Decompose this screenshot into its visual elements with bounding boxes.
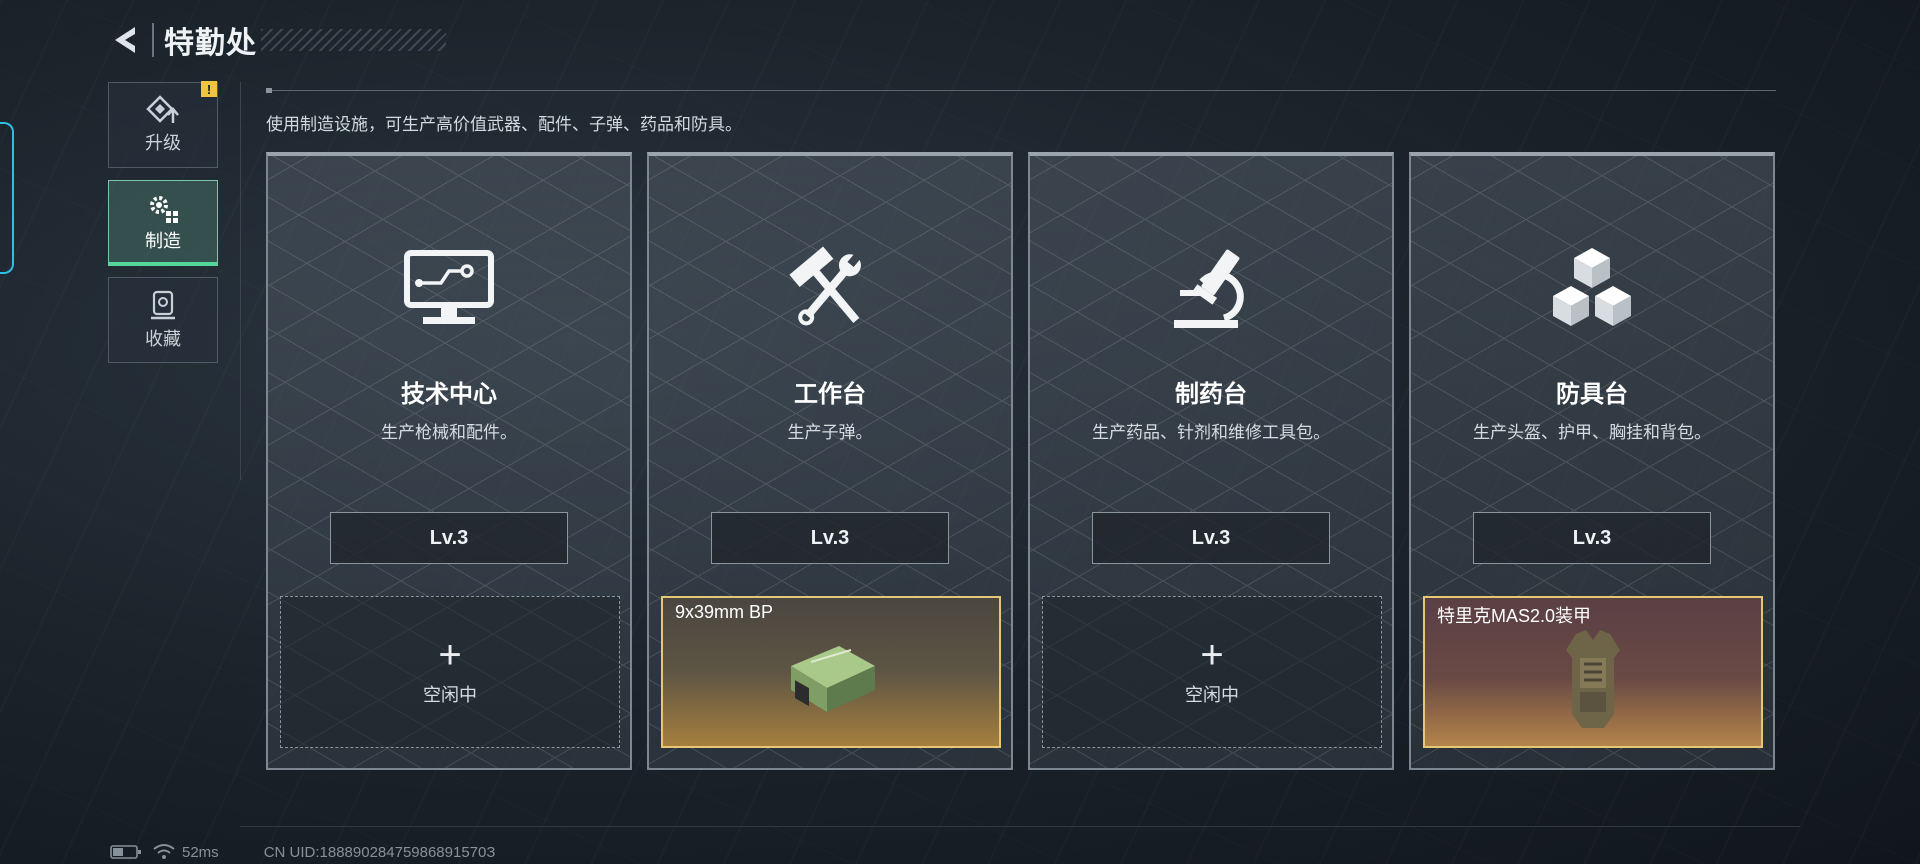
station-description: 生产药品、针剂和维修工具包。 [1092,423,1330,442]
slot-status: 空闲中 [423,685,477,705]
ping-value: 52ms [182,843,219,861]
production-slot-idle[interactable]: + 空闲中 [1042,596,1382,748]
header: 特勤处 [108,18,446,62]
header-divider [152,23,154,57]
body-armor-icon [1558,628,1628,737]
slot-status: 空闲中 [1185,685,1239,705]
item-name: 9x39mm BP [675,602,774,622]
add-icon: + [438,633,462,677]
gears-icon [150,196,178,223]
production-slot-active[interactable]: 特里克MAS2.0装甲 [1423,596,1763,748]
level-button[interactable]: Lv.3 [1473,512,1711,564]
station-card-tech-center[interactable]: 技术中心 生产枪械和配件。 Lv.3 + 空闲中 [266,152,632,770]
tab-upgrade[interactable]: ! 升级 [108,81,218,168]
tab-label: 升级 [145,133,181,153]
tab-craft[interactable]: 制造 [108,180,218,266]
tab-collection[interactable]: 收藏 [108,277,218,363]
station-description: 生产子弹。 [787,423,873,442]
station-card-workbench[interactable]: 工作台 生产子弹。 Lv.3 9x39mm BP [647,152,1013,770]
back-arrow-icon[interactable] [108,20,144,60]
page-title: 特勤处 [164,27,257,60]
status-bar: 52ms CN UID:18889028475986891570З [110,843,495,861]
item-name: 特里克MAS2.0装甲 [1437,606,1592,626]
level-button[interactable]: Lv.3 [711,512,949,564]
collection-icon [151,290,175,320]
active-tab-indicator [109,262,217,266]
tab-label: 收藏 [145,329,181,349]
station-name: 制药台 [1175,381,1247,408]
wifi-icon [153,844,175,859]
microscope-icon [1161,244,1261,334]
station-name: 技术中心 [401,381,497,408]
computer-icon [399,244,499,334]
top-rule [266,90,1776,91]
hammer-wrench-icon [780,244,880,334]
edge-indicator [0,122,14,274]
footer-rule [240,826,1800,827]
station-card-pharmacy[interactable]: 制药台 生产药品、针剂和维修工具包。 Lv.3 + 空闲中 [1028,152,1394,770]
level-button[interactable]: Lv.3 [1092,512,1330,564]
ammo-box-icon [781,628,881,723]
add-icon: + [1200,633,1224,677]
title-decoration [261,29,446,51]
station-description: 生产枪械和配件。 [381,423,517,442]
station-card-armor[interactable]: 防具台 生产头盔、护甲、胸挂和背包。 Lv.3 特里克MAS2.0装甲 [1409,152,1775,770]
alert-badge: ! [201,81,217,97]
cubes-icon [1542,244,1642,334]
production-slot-idle[interactable]: + 空闲中 [280,596,620,748]
divider [240,82,241,480]
battery-icon [110,845,141,859]
user-uid: CN UID:18889028475986891570З [263,843,496,861]
level-button[interactable]: Lv.3 [330,512,568,564]
upgrade-icon [146,95,179,123]
station-name: 防具台 [1556,381,1628,408]
rule-cap [266,88,272,93]
page-description: 使用制造设施，可生产高价值武器、配件、子弹、药品和防具。 [266,115,742,134]
station-description: 生产头盔、护甲、胸挂和背包。 [1473,423,1711,442]
production-slot-active[interactable]: 9x39mm BP [661,596,1001,748]
station-name: 工作台 [794,381,866,408]
tab-label: 制造 [145,231,181,251]
